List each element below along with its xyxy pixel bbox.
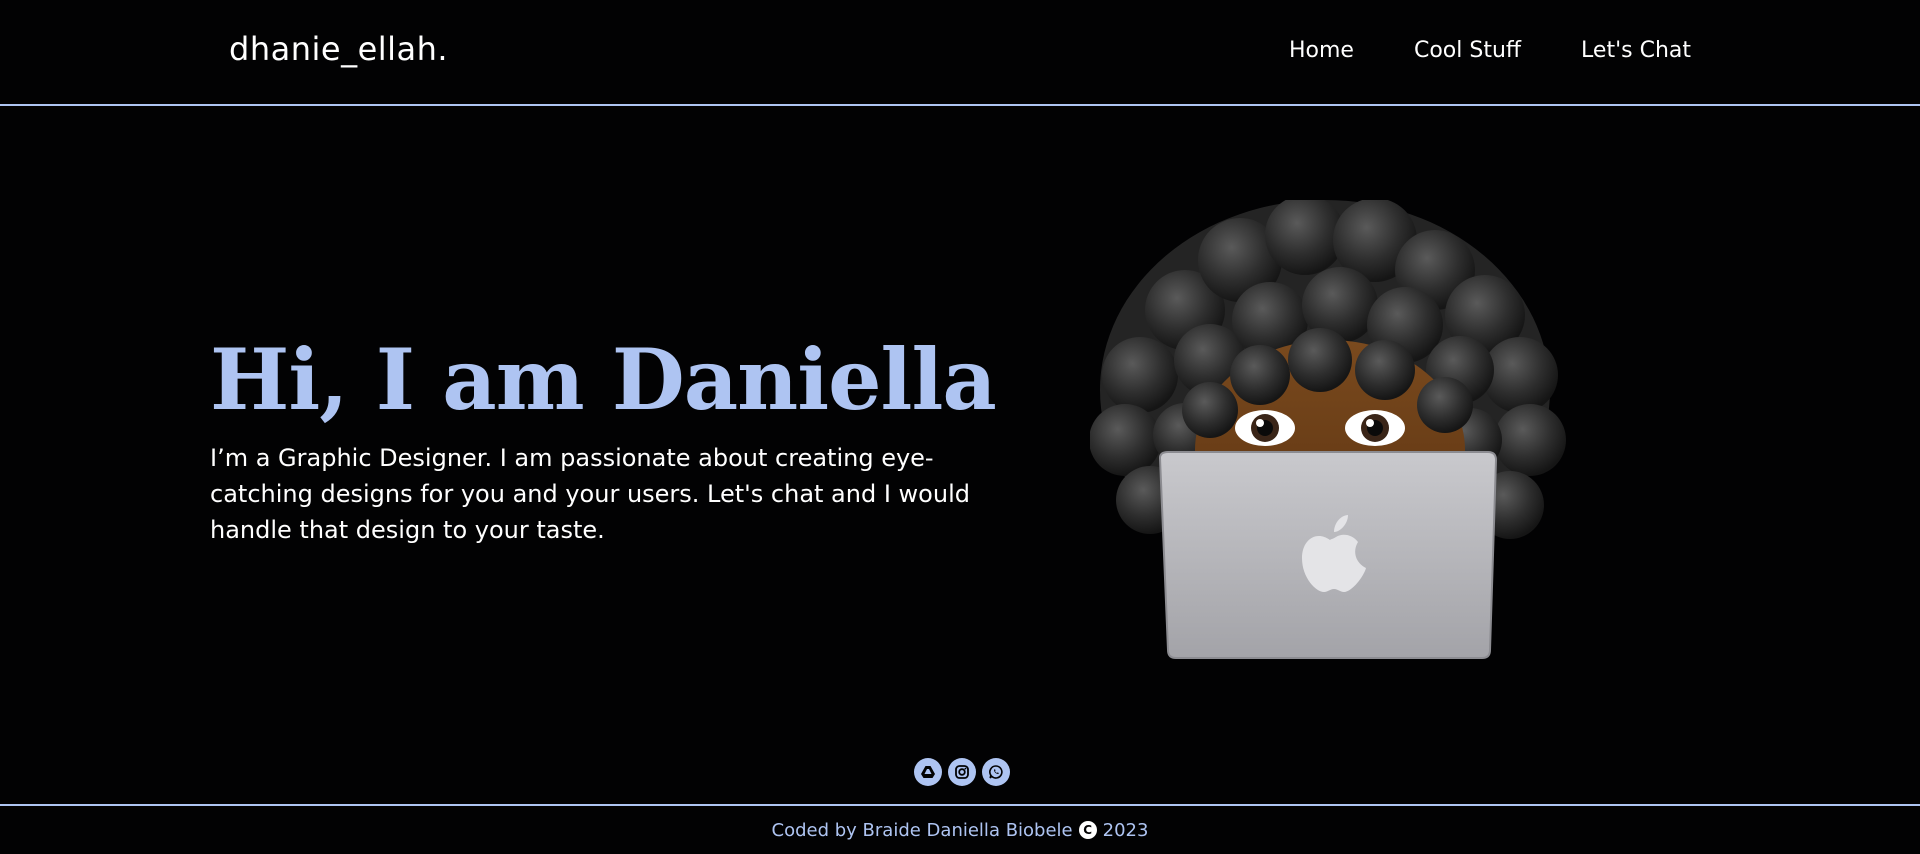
copyright-icon: C <box>1078 821 1097 839</box>
footer-credit: Coded by Braide Daniella Biobele <box>771 819 1073 841</box>
google-drive-icon[interactable] <box>914 758 942 786</box>
instagram-icon[interactable] <box>948 758 976 786</box>
nav-cool-stuff-link[interactable]: Cool Stuff <box>1414 38 1521 63</box>
site-header: dhanie_ellah. Home Cool Stuff Let's Chat <box>0 0 1920 106</box>
footer-year: 2023 <box>1102 819 1149 841</box>
main-nav: Home Cool Stuff Let's Chat <box>1289 38 1691 63</box>
hero-description: I’m a Graphic Designer. I am passionate … <box>210 444 970 544</box>
nav-lets-chat-link[interactable]: Let's Chat <box>1581 38 1691 63</box>
memoji-avatar-image <box>1089 195 1570 670</box>
site-footer: Coded by Braide Daniella Biobele C 2023 <box>0 804 1920 854</box>
page: dhanie_ellah. Home Cool Stuff Let's Chat… <box>0 0 1920 854</box>
hero-title: Hi, I am Daniella <box>210 330 997 429</box>
social-links <box>914 758 1010 786</box>
brand-logo[interactable]: dhanie_ellah. <box>229 30 448 68</box>
nav-home-link[interactable]: Home <box>1289 38 1354 63</box>
whatsapp-icon[interactable] <box>982 758 1010 786</box>
